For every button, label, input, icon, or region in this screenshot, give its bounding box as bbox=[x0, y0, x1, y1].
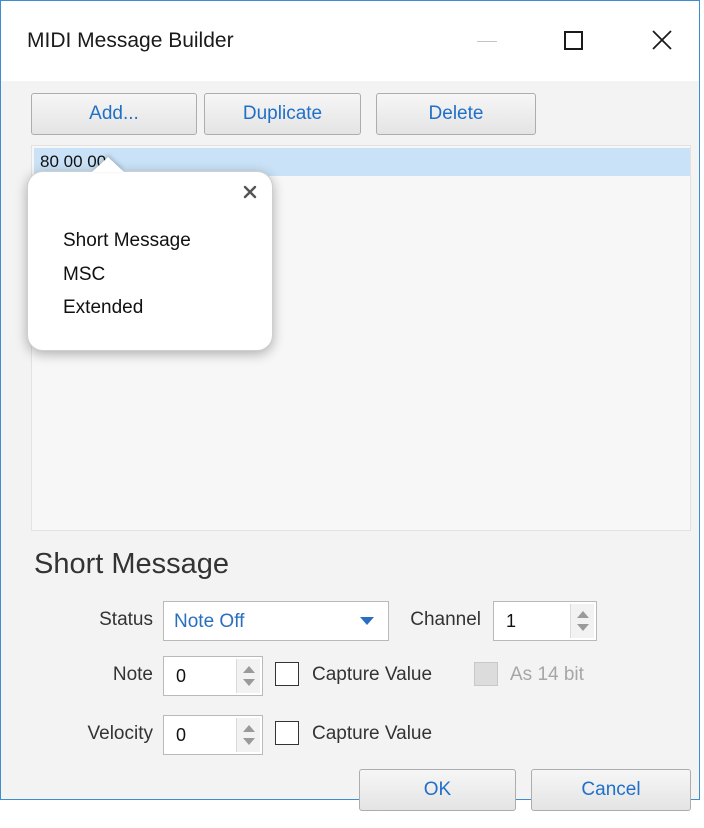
spinner-icon[interactable] bbox=[236, 659, 260, 693]
dialog-window: MIDI Message Builder Add... Duplicate De… bbox=[0, 0, 700, 811]
menu-item-extended[interactable]: Extended bbox=[63, 297, 143, 319]
popover-close-button[interactable] bbox=[239, 181, 261, 203]
velocity-capture-label: Capture Value bbox=[312, 723, 433, 744]
close-icon bbox=[652, 30, 672, 50]
add-button[interactable]: Add... bbox=[31, 93, 197, 135]
close-button[interactable] bbox=[637, 19, 687, 63]
velocity-value: 0 bbox=[176, 725, 187, 745]
window-title: MIDI Message Builder bbox=[27, 29, 234, 52]
note-label: Note bbox=[112, 664, 153, 685]
spinner-icon[interactable] bbox=[236, 718, 260, 752]
duplicate-button[interactable]: Duplicate bbox=[204, 93, 361, 135]
as14bit-checkbox[interactable] bbox=[474, 662, 498, 686]
delete-button[interactable]: Delete bbox=[376, 93, 536, 135]
minimize-button[interactable] bbox=[462, 19, 512, 63]
as14bit-label: As 14 bit bbox=[510, 664, 584, 685]
channel-value: 1 bbox=[506, 611, 517, 631]
menu-item-msc[interactable]: MSC bbox=[63, 264, 105, 286]
note-capture-label: Capture Value bbox=[312, 664, 433, 685]
note-capture-checkbox[interactable] bbox=[275, 662, 299, 686]
maximize-button[interactable] bbox=[548, 19, 598, 63]
channel-label: Channel bbox=[410, 609, 481, 630]
minimize-icon bbox=[477, 41, 497, 42]
status-value: Note Off bbox=[174, 611, 245, 632]
title-bar: MIDI Message Builder bbox=[1, 1, 699, 81]
note-value: 0 bbox=[176, 666, 187, 686]
velocity-spinner[interactable]: 0 bbox=[163, 715, 263, 755]
status-label: Status bbox=[99, 609, 153, 630]
chevron-down-icon bbox=[360, 617, 374, 625]
spinner-icon[interactable] bbox=[570, 604, 594, 638]
note-spinner[interactable]: 0 bbox=[163, 656, 263, 696]
ok-button[interactable]: OK bbox=[359, 769, 516, 811]
menu-item-short-message[interactable]: Short Message bbox=[63, 230, 191, 252]
cancel-button[interactable]: Cancel bbox=[531, 769, 691, 811]
section-title: Short Message bbox=[34, 548, 230, 580]
popover-arrow bbox=[92, 157, 124, 172]
maximize-icon bbox=[564, 31, 583, 50]
velocity-label: Velocity bbox=[87, 723, 153, 744]
message-type-popover bbox=[27, 171, 273, 351]
status-select[interactable]: Note Off bbox=[163, 601, 389, 641]
velocity-capture-checkbox[interactable] bbox=[275, 721, 299, 745]
close-icon bbox=[243, 185, 257, 199]
channel-spinner[interactable]: 1 bbox=[493, 601, 597, 641]
